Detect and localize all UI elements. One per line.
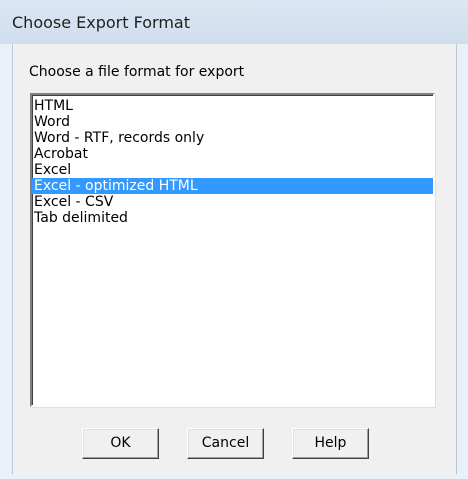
format-option-excel-csv[interactable]: Excel - CSV [32, 194, 433, 210]
prompt-label: Choose a file format for export [29, 64, 245, 80]
format-option-excel[interactable]: Excel [32, 162, 433, 178]
format-option-word[interactable]: Word [32, 114, 433, 130]
cancel-button[interactable]: Cancel [187, 428, 264, 459]
format-option-tab-delimited[interactable]: Tab delimited [32, 210, 433, 226]
format-listbox[interactable]: HTML Word Word - RTF, records only Acrob… [30, 93, 435, 407]
format-option-html[interactable]: HTML [32, 98, 433, 114]
title-bar[interactable]: Choose Export Format [0, 0, 468, 44]
window-title: Choose Export Format [12, 13, 190, 32]
ok-button[interactable]: OK [82, 428, 159, 459]
format-option-word-rtf[interactable]: Word - RTF, records only [32, 130, 433, 146]
dialog-body: Choose a file format for export HTML Wor… [12, 44, 457, 474]
export-format-dialog: Choose Export Format Choose a file forma… [0, 0, 468, 479]
help-button[interactable]: Help [292, 428, 369, 459]
format-option-acrobat[interactable]: Acrobat [32, 146, 433, 162]
format-option-excel-optimized-html[interactable]: Excel - optimized HTML [32, 178, 433, 194]
